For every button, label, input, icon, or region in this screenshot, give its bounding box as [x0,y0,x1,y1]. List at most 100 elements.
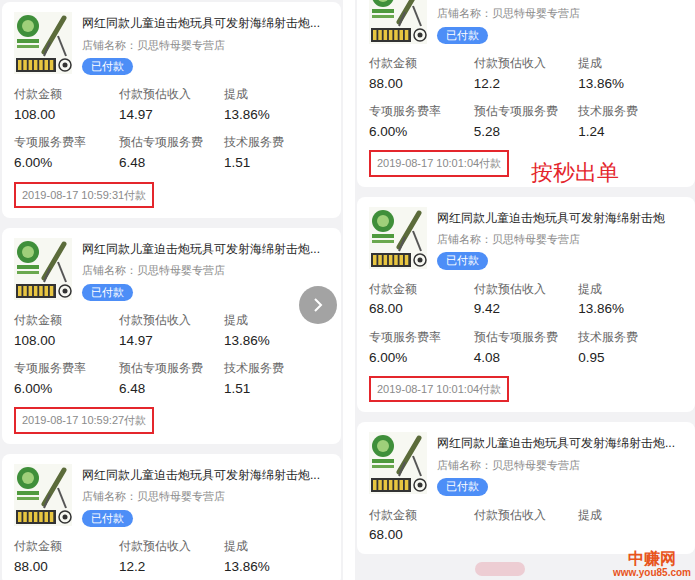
product-title: 网红同款儿童迫击炮玩具可发射海绵射击炮... [82,468,320,484]
stat-label: 预估专项服务费 [474,330,579,346]
stat-cell: 付款金额108.00 [14,87,119,123]
stat-label: 付款金额 [369,56,474,72]
stat-cell: 付款预估收入12.2 [474,56,579,92]
stat-value: 1.51 [224,380,329,398]
stat-cell: 付款预估收入 12.2 [119,539,224,575]
stat-cell: 提成13.86% [578,56,683,92]
stat-cell: 预估专项服务费6.48 [119,361,224,397]
stat-cell: 付款金额68.00 [369,282,474,318]
stat-label: 付款预估收入 [474,282,579,298]
stat-value: 4.08 [474,349,579,367]
stat-label: 预估专项服务费 [474,104,579,120]
order-stats: 付款金额 88.00付款预估收入12.2提成13.86% 专项服务费率6.00%预估… [369,56,683,140]
stat-label: 付款预估收入 [119,539,224,555]
store-name: 店铺名称：贝思特母婴专营店 [82,38,320,52]
stat-label: 提成 [224,539,329,555]
store-name: 店铺名称：贝思特母婴专营店 [437,458,675,472]
stat-label: 预估专项服务费 [119,135,224,151]
stat-cell: 技术服务费0.95 [578,330,683,366]
stat-value: 0.95 [578,349,683,367]
stat-cell: 专项服务费率6.00% [14,135,119,171]
order-info: 网红同款儿童迫击炮玩具可发射海绵射击炮...店铺名称：贝思特母婴专营店已付款 [82,238,320,301]
stat-cell: 预估专项服务费6.48 [119,135,224,171]
time-row: 2019-08-17 10:59:27付款 [14,407,329,433]
stat-cell: 专项服务费率6.00% [369,104,474,140]
stat-label: 提成 [224,87,329,103]
order-info: 网红同款儿童迫击炮玩具可发射海绵射击炮店铺名称：贝思特母婴专营店已付款 [437,207,665,270]
order-stats: 付款金额68.00付款预估收入提成 [369,508,683,544]
order-stats: 付款金额108.00付款预估收入 14.97提成 13.86% 专项服务费率6.00%… [14,87,329,171]
stat-value: 108.00 [14,332,119,350]
annotation-label: 按秒出单 [531,160,619,186]
stat-value: 88.00 [369,75,474,93]
stat-value: 88.00 [14,558,119,576]
order-card[interactable]: 网红同款儿童迫击炮玩具可发射海绵射击炮...店铺名称：贝思特母婴专营店已付款付款… [2,454,341,580]
stat-value: 108.00 [14,106,119,124]
stat-label: 提成 [578,508,683,524]
stat-value: 13.86% [224,106,329,124]
order-card[interactable]: 网红同款儿童迫击炮玩具可发射海绵射击炮...店铺名称：贝思特母婴专营店已付款付款… [2,2,341,218]
watermark: 中赚网www.you85.com [613,551,691,578]
stat-value: 1.24 [578,123,683,141]
stat-cell: 提成 13.86% [578,282,683,318]
stat-cell: 付款预估收入 9.42 [474,282,579,318]
order-header: 网红同款儿童迫击炮玩具可发射海绵射击炮...店铺名称：贝思特母婴专营店已付款 [14,12,329,75]
mortar-toy-icon [369,207,427,269]
stat-value: 14.97 [119,106,224,124]
stat-value: 6.48 [119,380,224,398]
order-card[interactable]: 网红同款儿童迫击炮玩具可发射海绵射击炮...店铺名称：贝思特母婴专营店已付款付款… [357,422,695,553]
order-header: 网红同款儿童迫击炮玩具可发射海绵射击炮...店铺名称：贝思特母婴专营店已付款 [369,432,683,495]
order-stats: 付款金额108.00付款预估收入14.97提成13.86%专项服务费率6.00%… [14,313,329,397]
stat-cell: 提成 [578,508,683,544]
stat-cell: 专项服务费率6.00% [369,330,474,366]
order-card[interactable]: 网红同款儿童迫击炮玩具可发射海绵射击炮...店铺名称：贝思特母婴专营店已付款付款… [2,228,341,444]
mortar-toy-icon [14,238,72,300]
stat-cell: 技术服务费 1.24 [578,104,683,140]
status-badge: 已付款 [437,27,488,44]
payment-time: 2019-08-17 10:59:27付款 [14,407,154,433]
order-header: 网红同款儿童迫击炮玩具可发射海绵射击炮店铺名称：贝思特母婴专营店已付款 [369,207,683,270]
stat-cell: 预估专项服务费 4.08 [474,330,579,366]
order-card[interactable]: 店铺名称：贝思特母婴专营店已付款付款金额88.00付款预估收入12.2提成13.… [357,0,695,187]
stat-cell: 付款预估收入 [474,508,579,544]
stat-cell: 技术服务费 1.51 [224,135,329,171]
product-title: 网红同款儿童迫击炮玩具可发射海绵射击炮 [437,211,665,227]
status-badge: 已付款 [437,478,488,495]
stat-label: 技术服务费 [224,361,329,377]
order-info: 网红同款儿童迫击炮玩具可发射海绵射击炮...店铺名称：贝思特母婴专营店已付款 [437,432,675,495]
stat-label: 提成 [578,282,683,298]
stat-value: 12.2 [119,558,224,576]
payment-time: 2019-08-17 10:59:31付款 [14,182,154,208]
stat-value: 68.00 [369,526,474,544]
stat-cell: 付款预估收入 14.97 [119,87,224,123]
payment-time: 2019-08-17 10:01:04付款 [369,376,509,402]
order-card[interactable]: 网红同款儿童迫击炮玩具可发射海绵射击炮店铺名称：贝思特母婴专营店已付款付款金额6… [357,197,695,413]
status-badge: 已付款 [82,284,133,301]
stat-value: 14.97 [119,332,224,350]
stat-cell: 技术服务费 1.51 [224,361,329,397]
stat-value: 6.00% [14,154,119,172]
stat-label: 付款预估收入 [119,313,224,329]
stat-value: 13.86% [578,300,683,318]
stat-cell: 付款金额68.00 [369,508,474,544]
screenshot-page: 网红同款儿童迫击炮玩具可发射海绵射击炮...店铺名称：贝思特母婴专营店已付款付款… [0,0,695,580]
stat-label: 技术服务费 [224,135,329,151]
stat-label: 专项服务费率 [369,330,474,346]
order-header: 网红同款儿童迫击炮玩具可发射海绵射击炮...店铺名称：贝思特母婴专营店已付款 [14,238,329,301]
next-arrow-icon[interactable] [299,286,337,324]
stat-value: 9.42 [474,300,579,318]
status-badge: 已付款 [82,58,133,75]
stat-label: 付款预估收入 [119,87,224,103]
status-badge: 已付款 [437,252,488,269]
stat-value: 12.2 [474,75,579,93]
mortar-toy-icon [369,0,427,44]
store-name: 店铺名称：贝思特母婴专营店 [82,489,320,503]
stat-label: 付款预估收入 [474,508,579,524]
store-name: 店铺名称：贝思特母婴专营店 [437,232,665,246]
order-info: 网红同款儿童迫击炮玩具可发射海绵射击炮...店铺名称：贝思特母婴专营店已付款 [82,12,320,75]
stat-value: 1.51 [224,154,329,172]
stat-label: 付款金额 [14,313,119,329]
stat-label: 专项服务费率 [14,361,119,377]
stat-label: 付款金额 [14,539,119,555]
stat-label: 技术服务费 [578,104,683,120]
